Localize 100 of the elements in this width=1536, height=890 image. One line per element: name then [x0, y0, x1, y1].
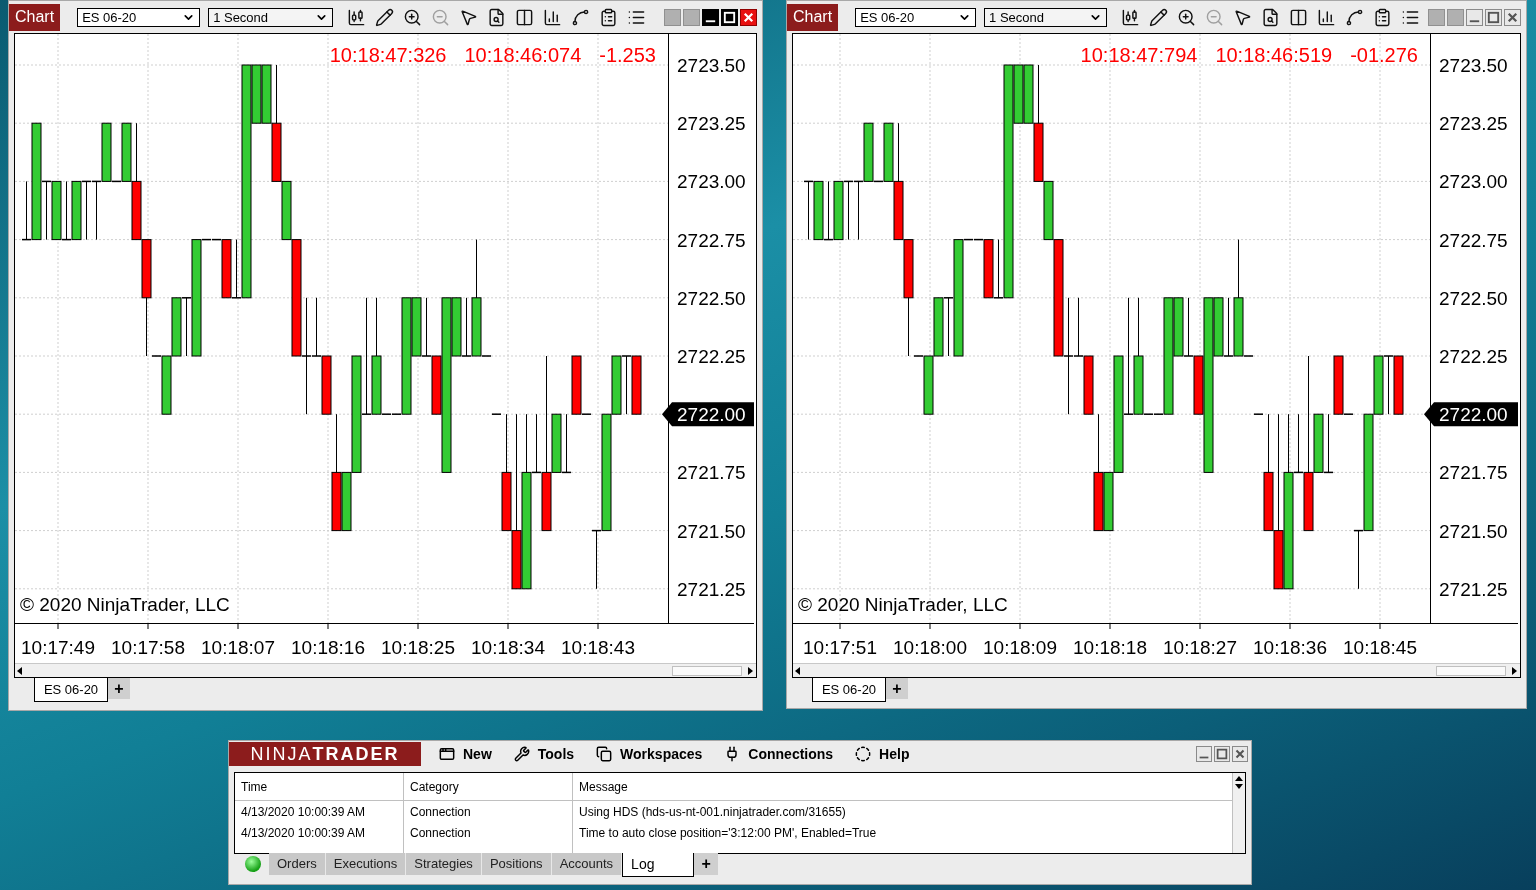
add-tab-button[interactable]: +: [108, 678, 130, 699]
price-label: 2721.25: [1439, 578, 1508, 600]
time-label: 10:18:09: [983, 637, 1057, 658]
pencil-icon[interactable]: [375, 7, 395, 27]
candlestick: [71, 180, 82, 241]
menu-item[interactable]: Tools: [513, 743, 575, 765]
horizontal-scrollbar[interactable]: [793, 663, 1520, 677]
panel-tab[interactable]: Executions: [325, 853, 407, 875]
chart-badge: Chart: [9, 3, 61, 31]
horizontal-scrollbar[interactable]: [15, 663, 756, 677]
close-button[interactable]: [1504, 8, 1521, 26]
bar-chart-icon[interactable]: [543, 7, 563, 27]
price-label: 2722.50: [1439, 287, 1508, 309]
close-button[interactable]: [1232, 746, 1248, 762]
window-button[interactable]: [1447, 8, 1464, 26]
column-header[interactable]: Time: [235, 773, 404, 800]
time-label: 10:18:43: [561, 637, 635, 658]
menu-item[interactable]: New: [439, 743, 492, 765]
chart-tab[interactable]: ES 06-20: [812, 678, 886, 702]
price-marker: 2722.00: [1424, 402, 1518, 427]
close-button[interactable]: [740, 8, 757, 26]
chart-info-text: 10:18:46:519: [1215, 43, 1333, 67]
menu-item[interactable]: Workspaces: [596, 743, 703, 765]
interval-dropdown[interactable]: 1 Second: [984, 7, 1107, 27]
panel-tab[interactable]: Log: [622, 853, 695, 877]
table-cell: Connection: [404, 801, 573, 822]
candlestick: [561, 413, 572, 474]
panel-tab[interactable]: Accounts: [551, 853, 623, 875]
panel-icon[interactable]: [515, 7, 535, 27]
menu-item[interactable]: Help: [855, 743, 910, 765]
chart-badge: Chart: [787, 3, 839, 31]
maximize-button[interactable]: [1485, 8, 1502, 26]
chart-tab[interactable]: ES 06-20: [34, 678, 108, 702]
price-label: 2722.25: [1439, 346, 1508, 367]
candlestick: [91, 180, 102, 241]
zoom-in-icon[interactable]: [403, 7, 423, 27]
document-search-icon[interactable]: [487, 7, 507, 27]
pencil-icon[interactable]: [1149, 7, 1168, 27]
line-chart-icon[interactable]: [1345, 7, 1364, 27]
candlestick: [813, 180, 824, 241]
instrument-dropdown[interactable]: ES 06-20: [855, 7, 977, 27]
menu-item[interactable]: Connections: [724, 743, 834, 765]
add-tab-button[interactable]: +: [886, 678, 908, 699]
clipboard-icon[interactable]: [1373, 7, 1392, 27]
candlestick: [1323, 413, 1334, 474]
price-label: 2721.25: [677, 578, 746, 600]
column-header[interactable]: Category: [404, 773, 573, 800]
minimize-button[interactable]: [702, 8, 719, 26]
window-button[interactable]: [664, 8, 681, 26]
panel-tab[interactable]: Strategies: [406, 853, 482, 875]
tools-icon: [513, 746, 530, 762]
candlestick-icon[interactable]: [1121, 7, 1140, 27]
maximize-button[interactable]: [721, 8, 738, 26]
scroll-thumb[interactable]: [672, 665, 742, 676]
pointer-icon[interactable]: [1233, 7, 1252, 27]
candlestick: [51, 180, 62, 241]
scroll-right-icon[interactable]: [748, 666, 754, 675]
pointer-icon[interactable]: [459, 7, 479, 27]
candlestick: [81, 180, 92, 241]
candlestick: [833, 180, 844, 241]
candlestick: [1183, 297, 1194, 357]
price-label: 2723.25: [1439, 113, 1508, 135]
chart-info-text: -1.253: [599, 43, 656, 67]
scroll-left-icon[interactable]: [17, 666, 23, 675]
price-label: 2722.75: [1439, 229, 1508, 251]
scroll-down-icon[interactable]: [1235, 784, 1243, 789]
panel-tab[interactable]: Orders: [269, 853, 326, 875]
column-header[interactable]: Message: [573, 773, 1232, 800]
clipboard-icon[interactable]: [599, 7, 619, 27]
line-chart-icon[interactable]: [571, 7, 591, 27]
minimize-button[interactable]: [1196, 746, 1212, 762]
scroll-up-icon[interactable]: [1235, 776, 1243, 781]
candlestick: [843, 180, 854, 241]
instrument-dropdown[interactable]: ES 06-20: [77, 7, 201, 27]
add-tab-button[interactable]: +: [694, 853, 719, 875]
panel-icon[interactable]: [1289, 7, 1308, 27]
candlestick: [1383, 355, 1394, 415]
maximize-button[interactable]: [1214, 746, 1230, 762]
time-label: 10:18:34: [471, 637, 545, 658]
table-cell-text: Using HDS (hds-us-nt-001.ninjatrader.com/31655): [578, 803, 847, 821]
bar-chart-icon[interactable]: [1317, 7, 1336, 27]
time-label: 10:18:36: [1253, 637, 1327, 658]
price-label: 2723.50: [1439, 55, 1508, 76]
minimize-button[interactable]: [1466, 8, 1483, 26]
scroll-thumb[interactable]: [1436, 665, 1506, 676]
price-label: 2721.75: [677, 462, 746, 484]
chart-info-text: 10:18:47:326: [329, 43, 447, 67]
candlestick: [853, 180, 864, 241]
scroll-left-icon[interactable]: [795, 666, 801, 675]
vertical-scrollbar[interactable]: [1232, 773, 1245, 853]
candlestick: [421, 297, 432, 357]
panel-tab[interactable]: Positions: [481, 853, 552, 875]
scroll-right-icon[interactable]: [1512, 666, 1518, 675]
document-search-icon[interactable]: [1261, 7, 1280, 27]
price-label: 2722.25: [677, 346, 746, 367]
zoom-in-icon[interactable]: [1177, 7, 1196, 27]
price-label: 2722.50: [677, 287, 746, 309]
window-button[interactable]: [1428, 8, 1445, 26]
interval-dropdown[interactable]: 1 Second: [208, 7, 334, 27]
candlestick-icon[interactable]: [347, 7, 367, 27]
